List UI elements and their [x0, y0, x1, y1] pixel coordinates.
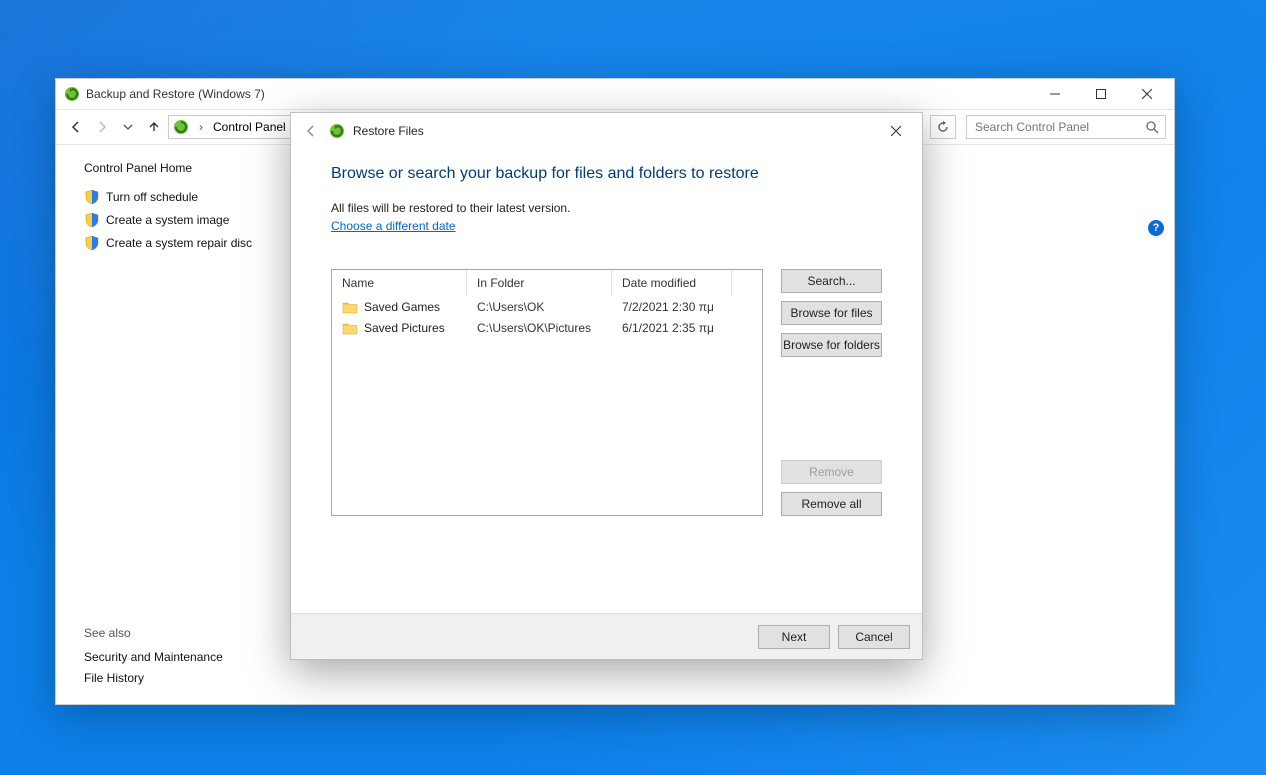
see-also-link-file-history[interactable]: File History: [84, 671, 223, 685]
file-date: 6/1/2021 2:35 πμ: [612, 321, 762, 335]
address-bar[interactable]: › Control Panel ›: [168, 115, 309, 139]
column-header-date[interactable]: Date modified: [612, 270, 732, 296]
dialog-footer: Next Cancel: [291, 613, 922, 659]
window-title: Backup and Restore (Windows 7): [86, 87, 265, 101]
search-button[interactable]: Search...: [781, 269, 882, 293]
column-header-name[interactable]: Name: [332, 270, 467, 296]
backup-restore-icon: [173, 119, 189, 135]
backup-restore-icon: [329, 123, 345, 139]
column-header-spare: [732, 270, 762, 296]
folder-icon: [342, 300, 358, 314]
search-input[interactable]: [973, 119, 1145, 135]
refresh-button[interactable]: [930, 115, 956, 139]
file-folder: C:\Users\OK: [467, 300, 612, 314]
file-folder: C:\Users\OK\Pictures: [467, 321, 612, 335]
control-panel-home-link[interactable]: Control Panel Home: [84, 161, 269, 175]
help-icon[interactable]: ?: [1148, 220, 1164, 236]
backup-restore-icon: [64, 86, 80, 102]
search-box[interactable]: [966, 115, 1166, 139]
dialog-close-button[interactable]: [876, 116, 916, 146]
sidebar-item-turn-off-schedule[interactable]: Turn off schedule: [84, 189, 269, 205]
window-titlebar[interactable]: Backup and Restore (Windows 7): [56, 79, 1174, 109]
see-also-link-security[interactable]: Security and Maintenance: [84, 650, 223, 664]
dialog-titlebar[interactable]: Restore Files: [291, 113, 922, 149]
browse-folders-button[interactable]: Browse for folders: [781, 333, 882, 357]
dialog-heading: Browse or search your backup for files a…: [331, 165, 882, 183]
file-name: Saved Games: [364, 300, 440, 314]
file-list-row[interactable]: Saved Pictures C:\Users\OK\Pictures6/1/20…: [332, 317, 762, 338]
sidebar-item-create-system-image[interactable]: Create a system image: [84, 212, 269, 228]
sidebar: Control Panel Home Turn off schedule Cre…: [56, 145, 281, 704]
remove-all-button[interactable]: Remove all: [781, 492, 882, 516]
dialog-subtext: All files will be restored to their late…: [331, 201, 882, 215]
remove-button: Remove: [781, 460, 882, 484]
browse-files-button[interactable]: Browse for files: [781, 301, 882, 325]
cancel-button[interactable]: Cancel: [838, 625, 910, 649]
up-button[interactable]: [142, 115, 166, 139]
sidebar-item-create-repair-disc[interactable]: Create a system repair disc: [84, 235, 269, 251]
column-header-folder[interactable]: In Folder: [467, 270, 612, 296]
folder-icon: [342, 321, 358, 335]
maximize-button[interactable]: [1078, 80, 1124, 108]
file-date: 7/2/2021 2:30 πμ: [612, 300, 762, 314]
file-name: Saved Pictures: [364, 321, 445, 335]
see-also-header: See also: [84, 626, 223, 640]
file-list[interactable]: Name In Folder Date modified Saved Games…: [331, 269, 763, 516]
breadcrumb-item[interactable]: Control Panel: [209, 120, 290, 134]
minimize-button[interactable]: [1032, 80, 1078, 108]
chevron-right-icon[interactable]: ›: [193, 120, 209, 134]
sidebar-item-label: Create a system image: [106, 213, 229, 227]
dialog-back-button[interactable]: [301, 121, 321, 141]
sidebar-item-label: Create a system repair disc: [106, 236, 252, 250]
file-list-row[interactable]: Saved Games C:\Users\OK7/2/2021 2:30 πμ: [332, 296, 762, 317]
dialog-title: Restore Files: [353, 124, 424, 138]
see-also-section: See also Security and Maintenance File H…: [84, 626, 223, 692]
shield-icon: [84, 212, 100, 228]
shield-icon: [84, 189, 100, 205]
next-button[interactable]: Next: [758, 625, 830, 649]
back-button[interactable]: [64, 115, 88, 139]
close-button[interactable]: [1124, 80, 1170, 108]
file-list-header: Name In Folder Date modified: [332, 270, 762, 296]
restore-files-dialog: Restore Files Browse or search your back…: [290, 112, 923, 660]
choose-date-link[interactable]: Choose a different date: [331, 219, 456, 233]
forward-button[interactable]: [90, 115, 114, 139]
sidebar-item-label: Turn off schedule: [106, 190, 198, 204]
search-icon: [1145, 120, 1159, 134]
recent-locations-button[interactable]: [116, 115, 140, 139]
shield-icon: [84, 235, 100, 251]
